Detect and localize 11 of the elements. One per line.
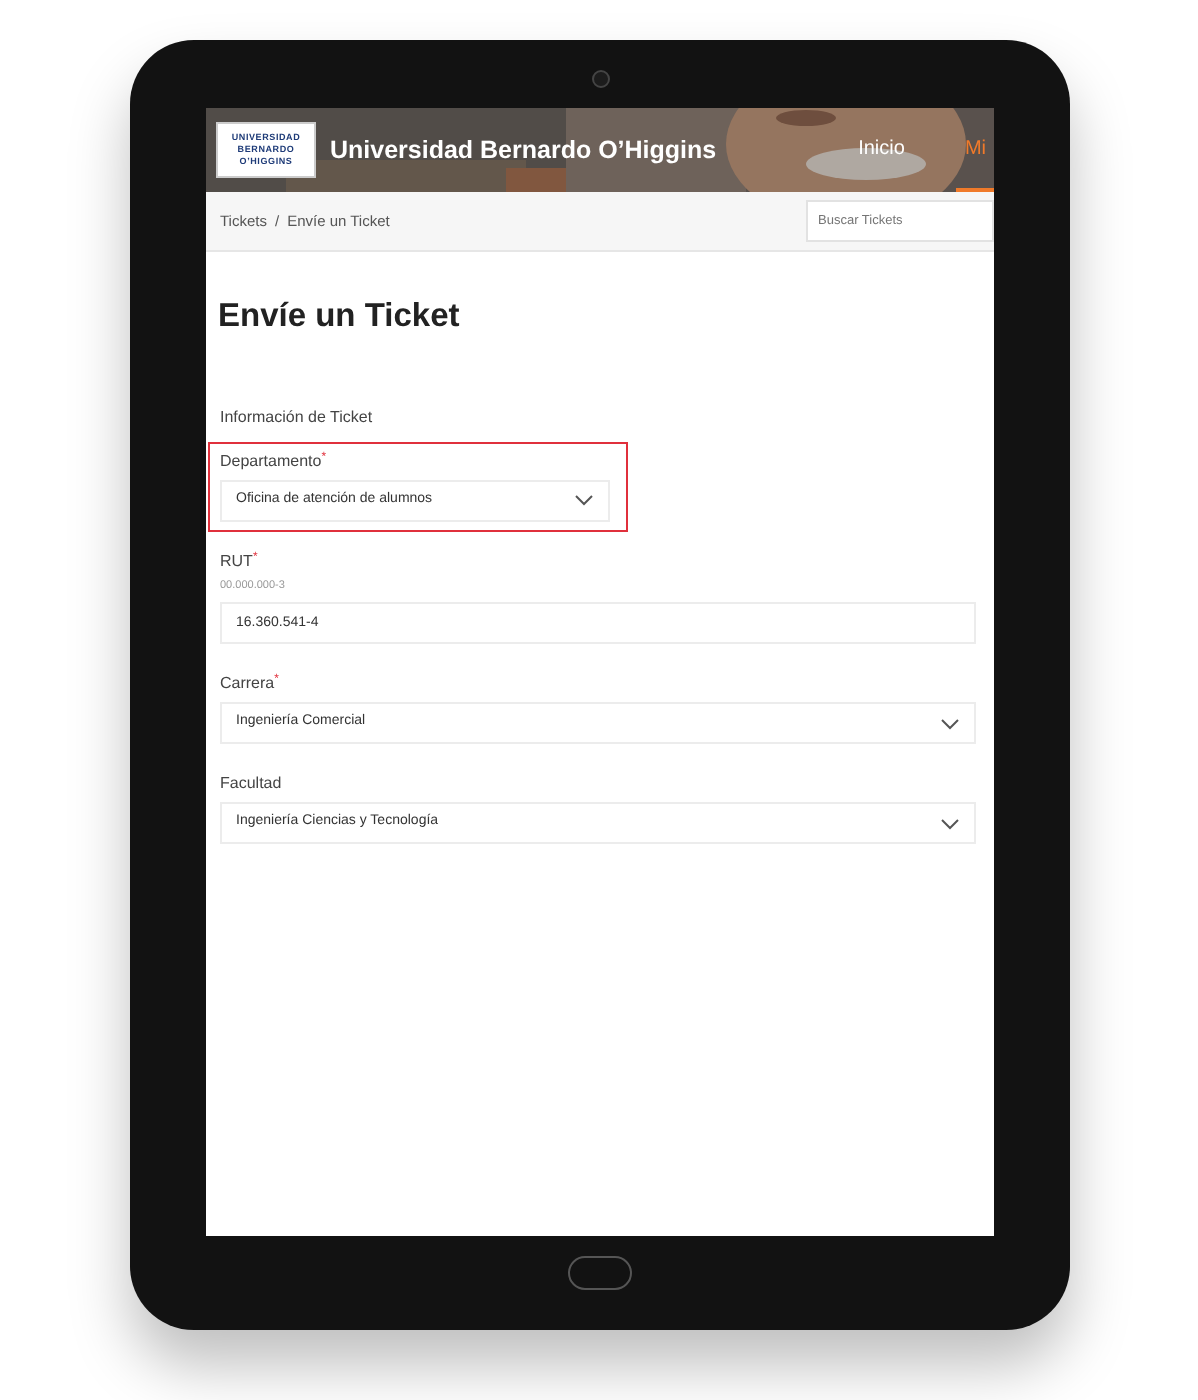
field-label: Carrera (220, 674, 275, 696)
section-label: Información de Ticket (220, 405, 375, 430)
chevron-down-icon (940, 817, 960, 829)
field-label: RUT (220, 549, 253, 574)
chevron-down-icon (940, 717, 960, 729)
chevron-down-icon (574, 494, 594, 507)
page-title: Envíe un Ticket (218, 296, 462, 338)
site-title: Universidad Bernardo O’Higgins (330, 133, 717, 168)
field-label: Departamento (220, 449, 322, 474)
camera-icon (591, 70, 609, 88)
field-label: Facultad (220, 772, 282, 796)
